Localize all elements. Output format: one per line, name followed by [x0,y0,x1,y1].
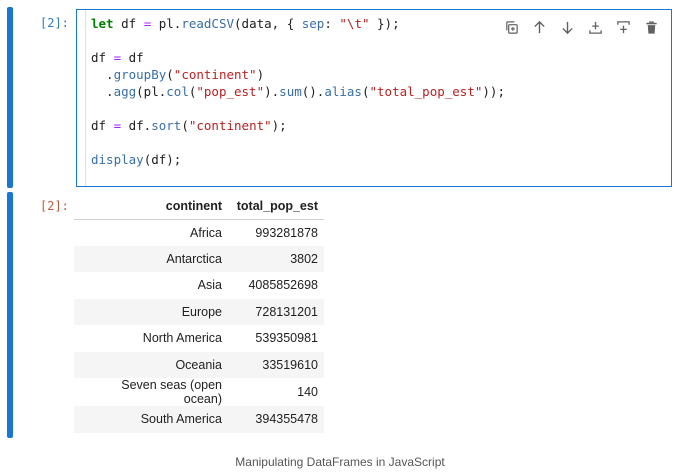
population-cell: 4085852698 [248,278,318,293]
code-token: ( [166,67,174,82]
insert-below-button[interactable] [586,18,605,37]
code-token: . [91,84,114,99]
code-line: display(df); [91,151,505,168]
continent-cell: North America [142,331,222,346]
code-line: ​ [91,134,505,151]
code-line: ​ [91,32,505,49]
delete-button[interactable] [642,18,661,37]
code-token: df [113,16,144,31]
output-cell-indicator[interactable] [7,192,13,438]
code-token: sep [301,16,325,31]
code-token: }); [369,16,400,31]
insert-below-icon [589,21,602,34]
code-token: display [91,152,144,167]
code-token: df [91,118,114,133]
table-row: Europe 728131201 [74,298,324,325]
code-line: .groupBy("continent") [91,66,505,83]
population-cell: 539350981 [255,331,318,346]
code-token: ) [256,67,265,82]
code-content[interactable]: let df = pl.readCSV(data, { sep: "\t" })… [91,15,505,168]
code-token: df. [121,118,152,133]
table-row: Africa 993281878 [74,219,324,246]
code-token: agg [113,84,137,99]
editor-gutter [85,10,86,186]
continent-cell: Africa [190,225,222,240]
continent-cell: Europe [181,304,222,319]
code-token: : [324,16,340,31]
continent-cell: Oceania [175,357,222,372]
duplicate-button[interactable] [502,18,521,37]
code-token: ( [361,84,370,99]
population-cell: 33519610 [262,357,318,372]
move-up-button[interactable] [530,18,549,37]
population-cell: 140 [297,385,318,399]
code-token: (data, { [234,16,302,31]
move-up-icon [534,20,545,34]
code-token: df [121,50,144,65]
table-row: Oceania 33519610 [74,351,324,378]
code-token: ); [271,118,287,133]
table-row: Asia 4085852698 [74,272,324,299]
code-token: pl. [151,16,182,31]
table-row: South America 394355478 [74,406,324,433]
continent-cell: Asia [197,278,222,293]
code-token: "\t" [339,16,370,31]
code-token: "continent" [173,67,257,82]
code-line: df = df.sort("continent"); [91,117,505,134]
code-token: "pop_est" [196,84,265,99]
code-line: ​ [91,100,505,117]
code-token: readCSV [181,16,235,31]
cell-toolbar [502,18,661,37]
code-token: "total_pop_est" [369,84,483,99]
code-token: )); [482,84,505,99]
population-cell: 993281878 [255,225,318,240]
code-line: let df = pl.readCSV(data, { sep: "\t" })… [91,15,505,32]
duplicate-icon [506,21,518,34]
code-token: col [166,84,189,99]
dataframe-table: continent total_pop_est Africa 993281878 … [74,193,324,433]
figure-caption: Manipulating DataFrames in JavaScript [235,455,445,469]
move-down-button[interactable] [558,18,577,37]
code-token: ). [264,84,280,99]
code-token: (df); [143,152,182,167]
insert-above-icon [617,21,630,34]
code-line: df = df [91,49,505,66]
code-token: alias [324,84,362,99]
code-token: df [91,50,114,65]
code-token: groupBy [113,67,167,82]
move-down-icon [562,21,573,35]
column-header-continent: continent [74,193,228,220]
code-token: (). [301,84,325,99]
code-token: . [91,67,114,82]
input-prompt: [2]: [40,16,69,30]
code-line: .agg(pl.col("pop_est").sum().alias("tota… [91,83,505,100]
code-token: ( [181,118,189,133]
population-cell: 3802 [290,251,318,266]
code-token: "continent" [188,118,272,133]
code-token: = [113,118,122,133]
delete-icon [646,21,657,34]
code-editor[interactable]: let df = pl.readCSV(data, { sep: "\t" })… [76,9,672,187]
code-token: sum [279,84,302,99]
code-token: sort [151,118,182,133]
population-cell: 728131201 [255,304,318,319]
continent-cell: Antarctica [166,251,222,266]
column-header-total-pop-est: total_pop_est [228,193,324,220]
continent-cell: South America [140,412,222,427]
output-prompt: [2]: [40,199,69,213]
insert-above-button[interactable] [614,18,633,37]
population-cell: 394355478 [255,412,318,427]
table-row: Antarctica 3802 [74,245,324,272]
table-row: North America 539350981 [74,325,324,352]
code-token: (pl. [136,84,167,99]
table-header-row: continent total_pop_est [74,193,324,220]
code-token: let [91,16,114,31]
table-row: Seven seas (open ocean) 140 [74,378,324,406]
continent-cell: Seven seas (open ocean) [121,378,222,406]
code-token: = [113,50,122,65]
input-cell-indicator[interactable] [7,7,13,188]
